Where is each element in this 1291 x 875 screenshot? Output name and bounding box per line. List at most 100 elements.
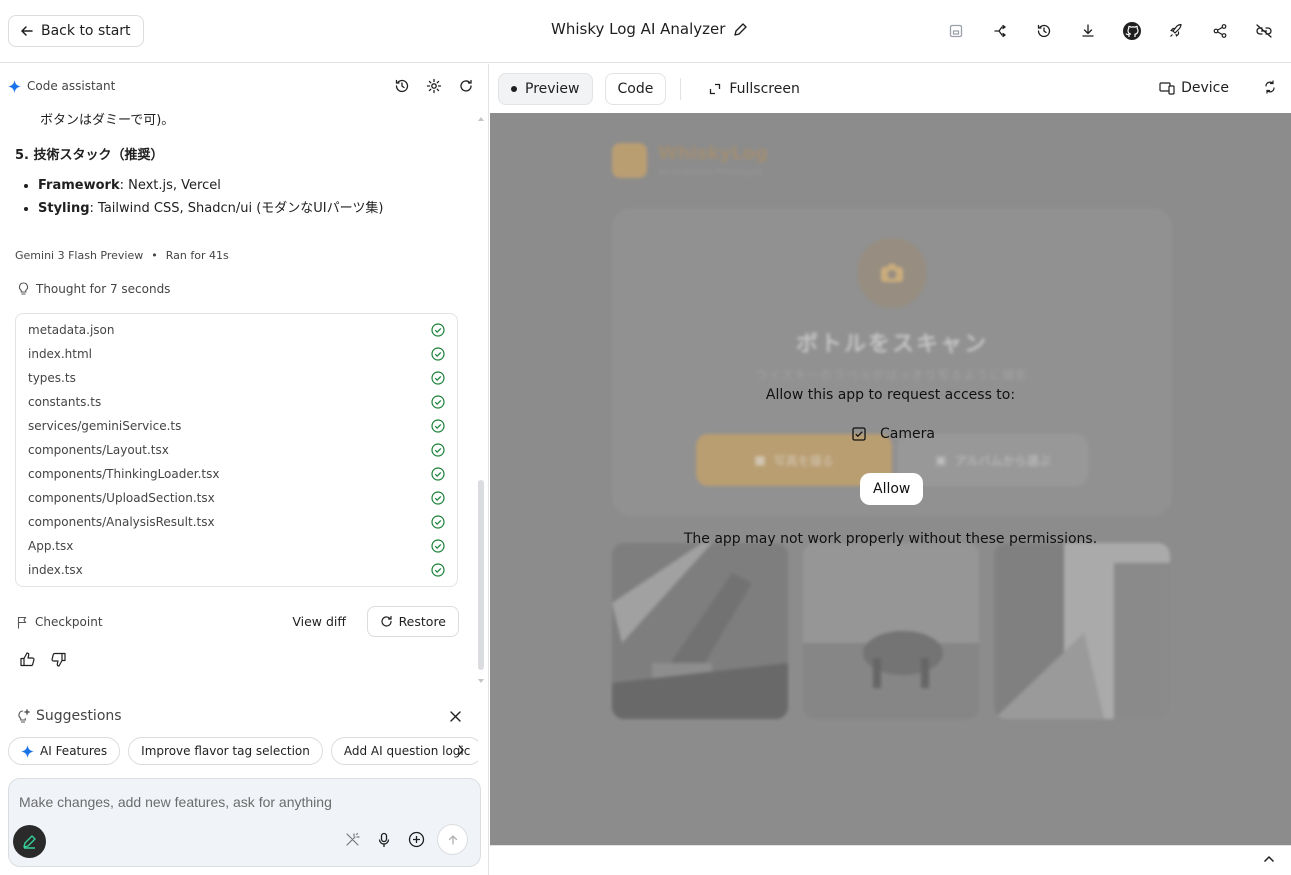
allow-button[interactable]: Allow (860, 473, 924, 505)
file-row[interactable]: metadata.json (16, 318, 457, 342)
expand-icon (709, 83, 721, 95)
check-circle-icon (431, 371, 445, 385)
suggestion-chip-flavor-tags[interactable]: Improve flavor tag selection (128, 737, 323, 765)
scan-card: ボトルをスキャン ウイスキーのラベルがはっきり写るように撮影 ■ 写真を撮る ▣… (612, 208, 1172, 516)
tab-preview-label: Preview (525, 81, 580, 97)
brand-name: WhiskyLog (658, 143, 768, 164)
tab-preview[interactable]: Preview (498, 73, 593, 105)
scroll-up-arrow-icon[interactable] (477, 116, 485, 122)
send-button[interactable] (437, 824, 468, 855)
chat-scroll-area[interactable]: ボタンはダミーで可)。 5. 技術スタック（推奨） Framework: Nex… (0, 109, 474, 694)
fullscreen-button[interactable]: Fullscreen (695, 81, 813, 97)
check-circle-icon (431, 323, 445, 337)
file-row[interactable]: components/Layout.tsx (16, 438, 457, 462)
model-run-info: Gemini 3 Flash Preview • Ran for 41s (15, 249, 229, 262)
choose-album-label: アルバムから選ぶ (954, 453, 1051, 468)
refresh-icon[interactable] (458, 78, 474, 94)
tab-code[interactable]: Code (604, 73, 667, 105)
back-to-start-button[interactable]: Back to start (8, 15, 144, 47)
back-to-start-label: Back to start (41, 23, 131, 39)
close-suggestions-icon[interactable] (449, 710, 462, 723)
check-circle-icon (431, 419, 445, 433)
permission-prompt: Allow this app to request access to: (765, 387, 1016, 403)
file-row[interactable]: index.tsx (16, 558, 457, 582)
download-icon[interactable] (1071, 18, 1105, 44)
link-off-icon[interactable] (1247, 18, 1281, 44)
file-row[interactable]: components/AnalysisResult.tsx (16, 510, 457, 534)
restore-button[interactable]: Restore (366, 606, 459, 637)
pencil-icon (22, 834, 37, 849)
chat-scrollbar[interactable] (478, 114, 484, 684)
app-title-text: Whisky Log AI Analyzer (551, 20, 726, 38)
edit-pencil-icon[interactable] (733, 22, 748, 37)
fork-icon[interactable] (983, 18, 1017, 44)
preview-bottom-bar (490, 845, 1291, 875)
feedback-buttons (19, 651, 67, 668)
reload-preview-icon[interactable] (1263, 80, 1277, 94)
file-change-list: metadata.json index.html types.ts consta… (15, 313, 458, 587)
prompt-input[interactable] (19, 791, 459, 813)
scan-title: ボトルをスキャン (795, 332, 988, 357)
chip-label: Add AI question logic (343, 744, 471, 758)
model-name: Gemini 3 Flash Preview (15, 249, 144, 262)
history-icon[interactable] (394, 78, 410, 94)
checkpoint-label: Checkpoint (35, 615, 103, 629)
scroll-down-arrow-icon[interactable] (477, 678, 485, 684)
file-row[interactable]: components/UploadSection.tsx (16, 486, 457, 510)
microphone-icon[interactable] (373, 829, 395, 851)
tech-stack-list: Framework: Next.js, Vercel Styling: Tail… (20, 174, 383, 220)
thumbs-down-icon[interactable] (50, 651, 67, 668)
file-row[interactable]: constants.ts (16, 390, 457, 414)
suggestions-header: Suggestions (17, 708, 122, 724)
scrollbar-thumb[interactable] (478, 480, 484, 670)
checkpoint: Checkpoint (17, 615, 103, 629)
separator-dot: • (151, 249, 158, 262)
share-icon[interactable] (1203, 18, 1237, 44)
thought-toggle[interactable]: Thought for 7 seconds (17, 282, 170, 296)
restore-label: Restore (398, 614, 446, 629)
arrow-up-icon (447, 834, 459, 846)
add-circle-icon[interactable] (405, 829, 427, 851)
deploy-rocket-icon[interactable] (1159, 18, 1193, 44)
file-row[interactable]: index.html (16, 342, 457, 366)
github-icon[interactable] (1115, 18, 1149, 44)
chevron-up-icon[interactable] (1263, 855, 1275, 863)
list-item: Framework: Next.js, Vercel (38, 174, 383, 197)
sample-image (612, 543, 788, 719)
preview-panel: Preview Code Fullscreen Device WhiskyLog… (490, 64, 1291, 875)
check-circle-icon (431, 395, 445, 409)
chip-label: AI Features (40, 744, 108, 758)
checkbox-checked-icon[interactable] (852, 427, 866, 441)
chevron-right-icon[interactable] (456, 744, 466, 756)
check-circle-icon (431, 539, 445, 553)
thought-label: Thought for 7 seconds (36, 282, 171, 296)
file-row[interactable]: App.tsx (16, 534, 457, 558)
edit-mode-button[interactable] (13, 825, 46, 858)
scan-subtitle: ウイスキーのラベルがはっきり写るように撮影 (755, 368, 1029, 382)
file-row[interactable]: components/ThinkingLoader.tsx (16, 462, 457, 486)
camera-icon: ■ (754, 453, 766, 467)
camera-permission-checkbox[interactable]: Camera (852, 426, 935, 442)
settings-gear-icon[interactable] (426, 78, 442, 94)
suggestion-chip-ai-features[interactable]: AI Features (8, 737, 121, 765)
thumbs-up-icon[interactable] (19, 651, 36, 668)
sample-image (803, 543, 979, 719)
check-circle-icon (431, 515, 445, 529)
file-row[interactable]: types.ts (16, 366, 457, 390)
file-row[interactable]: services/geminiService.ts (16, 414, 457, 438)
sample-image (994, 543, 1170, 719)
view-diff-button[interactable]: View diff (292, 614, 346, 629)
magic-wand-off-icon[interactable] (341, 829, 363, 851)
permission-warning: The app may not work properly without th… (683, 531, 1098, 547)
check-circle-icon (431, 347, 445, 361)
devices-icon (1159, 81, 1175, 95)
message-section-title: 5. 技術スタック（推奨） (15, 148, 164, 163)
suggestions-title: Suggestions (36, 708, 122, 724)
app-preview-frame[interactable]: WhiskyLog AI Analysis Prototype ボトルをスキャン… (490, 113, 1291, 845)
arrow-left-icon (19, 23, 35, 39)
device-button[interactable]: Device (1159, 80, 1229, 96)
history-icon[interactable] (1027, 18, 1061, 44)
app-title[interactable]: Whisky Log AI Analyzer (551, 20, 748, 38)
top-bar: Back to start Whisky Log AI Analyzer (0, 0, 1291, 63)
save-icon[interactable] (939, 18, 973, 44)
